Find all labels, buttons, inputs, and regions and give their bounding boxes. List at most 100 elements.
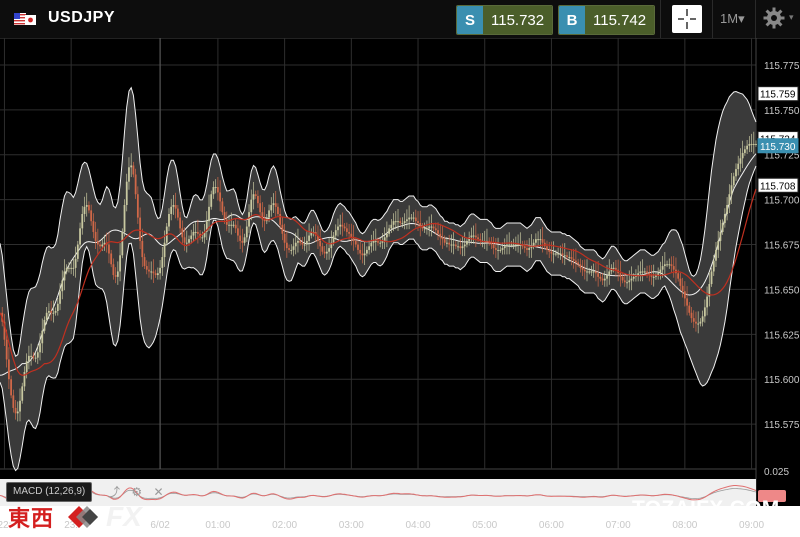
candle-body xyxy=(703,307,706,317)
candle-body xyxy=(570,257,573,259)
candle-body xyxy=(12,395,15,408)
candle-body xyxy=(639,271,642,274)
candle-body xyxy=(683,291,686,299)
candle-body xyxy=(201,237,204,239)
candle-body xyxy=(25,361,28,373)
candle-body xyxy=(470,235,473,238)
candle-body xyxy=(274,203,277,207)
candle-body xyxy=(695,321,697,324)
candle-body xyxy=(568,257,571,259)
candle-body xyxy=(368,246,371,250)
macd-close-icon[interactable]: ✕ xyxy=(153,485,163,499)
candle-body xyxy=(710,271,713,285)
price-chart[interactable]: 115.775115.750115.725115.700115.675115.6… xyxy=(0,38,800,537)
candle-body xyxy=(72,267,75,269)
candle-body xyxy=(572,258,575,261)
candle-body xyxy=(586,271,588,273)
candle-body xyxy=(10,379,13,396)
candle-body xyxy=(237,228,239,236)
x-tick-label: 01:00 xyxy=(205,520,230,531)
candle-body xyxy=(188,239,190,243)
candle-body xyxy=(595,271,597,274)
candle-body xyxy=(36,352,39,358)
candle-body xyxy=(114,275,117,277)
x-tick-label: 07:00 xyxy=(606,520,631,531)
candle-body xyxy=(268,210,270,218)
candle-body xyxy=(454,244,457,247)
x-tick-label: 06:00 xyxy=(539,520,564,531)
candle-body xyxy=(174,205,177,209)
candle-body xyxy=(717,240,720,250)
candle-body xyxy=(179,217,182,229)
candle-body xyxy=(630,278,633,281)
candle-body xyxy=(285,242,288,249)
candle-body xyxy=(48,310,50,313)
candle-body xyxy=(61,280,64,292)
candle-body xyxy=(54,310,57,313)
candle-body xyxy=(132,165,135,175)
candle-body xyxy=(239,235,242,241)
candle-body xyxy=(243,237,246,243)
candle-body xyxy=(550,251,553,254)
candle-body xyxy=(723,213,726,223)
candle-body xyxy=(232,224,235,226)
candle-body xyxy=(348,231,350,234)
candle-body xyxy=(156,273,159,276)
candle-body xyxy=(432,226,435,229)
candle-body xyxy=(85,205,88,207)
candle-body xyxy=(159,267,161,274)
candle-body xyxy=(259,203,262,213)
candle-body xyxy=(394,221,397,223)
candle-body xyxy=(341,224,344,227)
candle-body xyxy=(254,194,257,197)
candle-body xyxy=(457,246,459,248)
candle-body xyxy=(194,231,197,233)
candle-body xyxy=(726,205,728,214)
x-tick-label: 04:00 xyxy=(406,520,431,531)
candle-body xyxy=(79,228,81,245)
x-tick-label: 05:00 xyxy=(472,520,497,531)
candle-body xyxy=(561,253,564,256)
candle-body xyxy=(541,239,544,243)
y-tick-label: 115.775 xyxy=(764,61,800,72)
candle-body xyxy=(303,244,306,246)
sell-button[interactable]: S 115.732 xyxy=(456,5,554,35)
candle-body xyxy=(294,242,297,247)
gear-icon[interactable] xyxy=(762,6,786,30)
candle-body xyxy=(343,226,346,229)
candle-body xyxy=(443,239,446,243)
candle-body xyxy=(163,242,166,258)
candle-body xyxy=(437,230,439,234)
crosshair-button[interactable] xyxy=(672,5,702,33)
candle-body xyxy=(328,248,330,252)
candle-body xyxy=(74,258,77,268)
candle-body xyxy=(5,339,8,360)
candle-body xyxy=(474,235,477,238)
symbol-title: USDJPY xyxy=(48,9,116,26)
candle-body xyxy=(108,244,110,254)
candle-body xyxy=(492,244,495,249)
candle-body xyxy=(116,271,119,277)
candle-body xyxy=(574,260,577,263)
candle-body xyxy=(441,237,444,240)
candle-body xyxy=(363,253,366,256)
candle-body xyxy=(548,249,551,252)
candle-body xyxy=(96,240,99,245)
candle-body xyxy=(534,239,537,243)
candle-body xyxy=(592,271,595,273)
y-tick-label: 115.750 xyxy=(764,106,800,117)
timeframe-dropdown[interactable]: 1M▾ xyxy=(720,11,745,27)
candle-body xyxy=(668,264,671,266)
x-tick-label: 08:00 xyxy=(672,520,697,531)
macd-axis-label: 0.025 xyxy=(764,467,789,478)
buy-button[interactable]: B 115.742 xyxy=(558,5,656,35)
candle-body xyxy=(148,269,150,272)
candle-body xyxy=(252,194,255,200)
candle-body xyxy=(110,253,113,265)
candle-body xyxy=(176,208,179,218)
candle-body xyxy=(301,242,304,245)
candle-body xyxy=(150,271,153,273)
candle-body xyxy=(16,411,19,414)
candle-body xyxy=(81,213,84,229)
candle-body xyxy=(28,355,30,362)
